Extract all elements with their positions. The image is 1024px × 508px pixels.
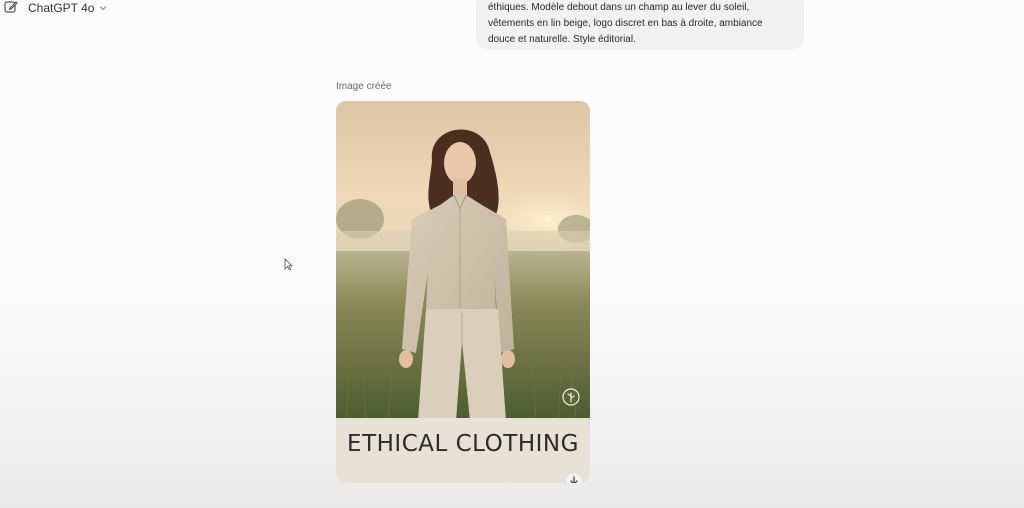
download-button[interactable] xyxy=(565,472,583,483)
user-message-line: éthiques. Modèle debout dans un champ au… xyxy=(488,2,750,13)
edit-icon[interactable] xyxy=(4,0,18,14)
chevron-down-icon xyxy=(100,6,107,11)
image-scene xyxy=(336,101,590,483)
generated-image[interactable]: ETHICAL CLOTHING xyxy=(336,101,590,483)
mouse-cursor-icon xyxy=(284,258,293,271)
leaf-logo-icon xyxy=(562,388,580,406)
top-bar: ChatGPT 4o xyxy=(0,0,200,18)
image-caption: Image créée xyxy=(336,81,392,92)
model-selector[interactable]: ChatGPT 4o xyxy=(28,0,107,16)
user-message-bubble: éthiques. Modèle debout dans un champ au… xyxy=(476,0,804,50)
model-name: ChatGPT 4o xyxy=(28,1,95,15)
download-icon xyxy=(570,476,578,483)
user-message-line: douce et naturelle. Style éditorial. xyxy=(488,34,636,45)
user-message-line: vêtements en lin beige, logo discret en … xyxy=(488,18,763,29)
brand-text: ETHICAL CLOTHING xyxy=(347,431,579,457)
